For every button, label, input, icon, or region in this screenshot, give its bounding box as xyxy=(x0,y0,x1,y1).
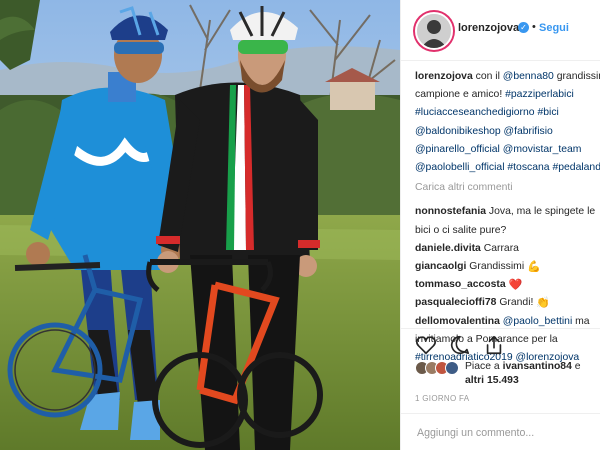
comment-continuation: bici o ci salite pure? xyxy=(415,222,600,240)
follow-button[interactable]: Segui xyxy=(539,22,569,34)
post-username[interactable]: lorenzojova xyxy=(458,22,519,34)
comment-bubble-icon[interactable] xyxy=(449,334,471,356)
comment-username[interactable]: daniele.divita xyxy=(415,243,481,254)
comment-text: ma xyxy=(575,315,590,327)
mention-link[interactable]: @benna80 xyxy=(503,71,554,82)
user-avatar[interactable] xyxy=(415,12,453,50)
post-timestamp[interactable]: 1 GIORNO FA xyxy=(415,394,469,403)
liker-avatar[interactable] xyxy=(445,361,459,375)
comment-text: Jova, ma le spingete le xyxy=(488,206,596,218)
comment-item: daniele.divita Carrara xyxy=(415,240,600,258)
caption-text: grandissimo xyxy=(556,71,600,82)
likes-line-2[interactable]: altri 15.493 xyxy=(465,374,600,388)
likes-prefix: Piace a xyxy=(465,361,500,372)
clapping-hands-emoji: 👏 xyxy=(536,296,550,310)
comment-username[interactable]: tommaso_accosta xyxy=(415,279,506,290)
share-upload-icon[interactable] xyxy=(483,334,505,356)
red-heart-emoji: ❤️ xyxy=(508,278,523,292)
comment-username[interactable]: giancaolgi xyxy=(415,261,466,272)
caption-line: @baldonibikeshop @fabrifisio xyxy=(415,123,600,141)
caption-text: con il xyxy=(475,71,500,82)
mention-link[interactable]: @paolo_bettini xyxy=(503,316,572,327)
mention-link[interactable]: @baldonibikeshop xyxy=(415,126,501,137)
liker-username[interactable]: ivansantino84 xyxy=(503,361,572,372)
separator-dot: • xyxy=(532,21,536,33)
hashtag-link[interactable]: #bici xyxy=(537,107,558,118)
liker-avatars xyxy=(415,361,459,375)
comment-username[interactable]: nonnostefania xyxy=(415,206,486,217)
hashtag-link[interactable]: #pazziperlabici xyxy=(505,89,574,100)
caption-line: #luciacceseanchedigiorno #bici xyxy=(415,104,600,122)
mention-link[interactable]: @fabrifisio xyxy=(504,126,553,137)
caption-username[interactable]: lorenzojova xyxy=(415,71,473,82)
instagram-post-view: lorenzojova ✓ • Segui lorenzojova con il… xyxy=(0,0,600,450)
comment-text: Grandi! xyxy=(499,297,534,309)
caption-text: campione e amico! xyxy=(415,89,503,101)
comment-username[interactable]: dellomovalentina xyxy=(415,316,500,327)
mention-link[interactable]: @pinarello_official xyxy=(415,144,500,155)
add-comment-input[interactable] xyxy=(415,423,599,443)
mention-link[interactable]: @movistar_team xyxy=(503,144,582,155)
comment-text: bici o ci salite pure? xyxy=(415,224,507,236)
comment-item: pasqualecioffi78 Grandi! 👏 xyxy=(415,294,600,312)
hashtag-link[interactable]: #toscana xyxy=(507,162,549,173)
caption-line: @pinarello_official @movistar_team xyxy=(415,141,600,159)
post-header: lorenzojova ✓ • Segui xyxy=(401,0,600,61)
verified-badge-icon: ✓ xyxy=(518,22,529,33)
caption-line: campione e amico! #pazziperlabici xyxy=(415,86,600,104)
load-more-comments-link[interactable]: Carica altri commenti xyxy=(415,179,600,197)
flexed-biceps-emoji: 💪 xyxy=(527,260,541,274)
comment-username[interactable]: pasqualecioffi78 xyxy=(415,297,496,308)
avatar-image xyxy=(417,14,451,48)
likes-others-prefix: altri xyxy=(465,375,485,386)
likes-suffix: e xyxy=(574,361,581,372)
hashtag-link[interactable]: #pedalando xyxy=(552,162,600,173)
cyclists-photo-illustration xyxy=(0,0,400,450)
hashtag-link[interactable]: #luciacceseanchedigiorno xyxy=(415,107,535,118)
comment-item: nonnostefania Jova, ma le spingete le xyxy=(415,203,600,221)
comment-item: giancaolgi Grandissimi 💪 xyxy=(415,258,600,276)
likes-count: 15.493 xyxy=(486,375,519,386)
post-side-panel: lorenzojova ✓ • Segui lorenzojova con il… xyxy=(400,0,600,450)
comment-text: Carrara xyxy=(483,242,519,254)
comment-item: tommaso_accosta ❤️ xyxy=(415,276,600,294)
comments-section: lorenzojova con il @benna80 grandissimo … xyxy=(415,68,600,367)
add-comment-bar xyxy=(401,413,600,450)
caption-line: @paolobelli_official #toscana #pedalando xyxy=(415,159,600,177)
comment-text: Grandissimi xyxy=(469,261,525,273)
likes-line-1: Piace a ivansantino84 e xyxy=(465,360,600,374)
like-heart-icon[interactable] xyxy=(415,334,437,356)
post-photo[interactable] xyxy=(0,0,400,450)
mention-link[interactable]: @paolobelli_official xyxy=(415,162,505,173)
caption-line: lorenzojova con il @benna80 grandissimo xyxy=(415,68,600,86)
post-actions-bar xyxy=(401,328,600,359)
